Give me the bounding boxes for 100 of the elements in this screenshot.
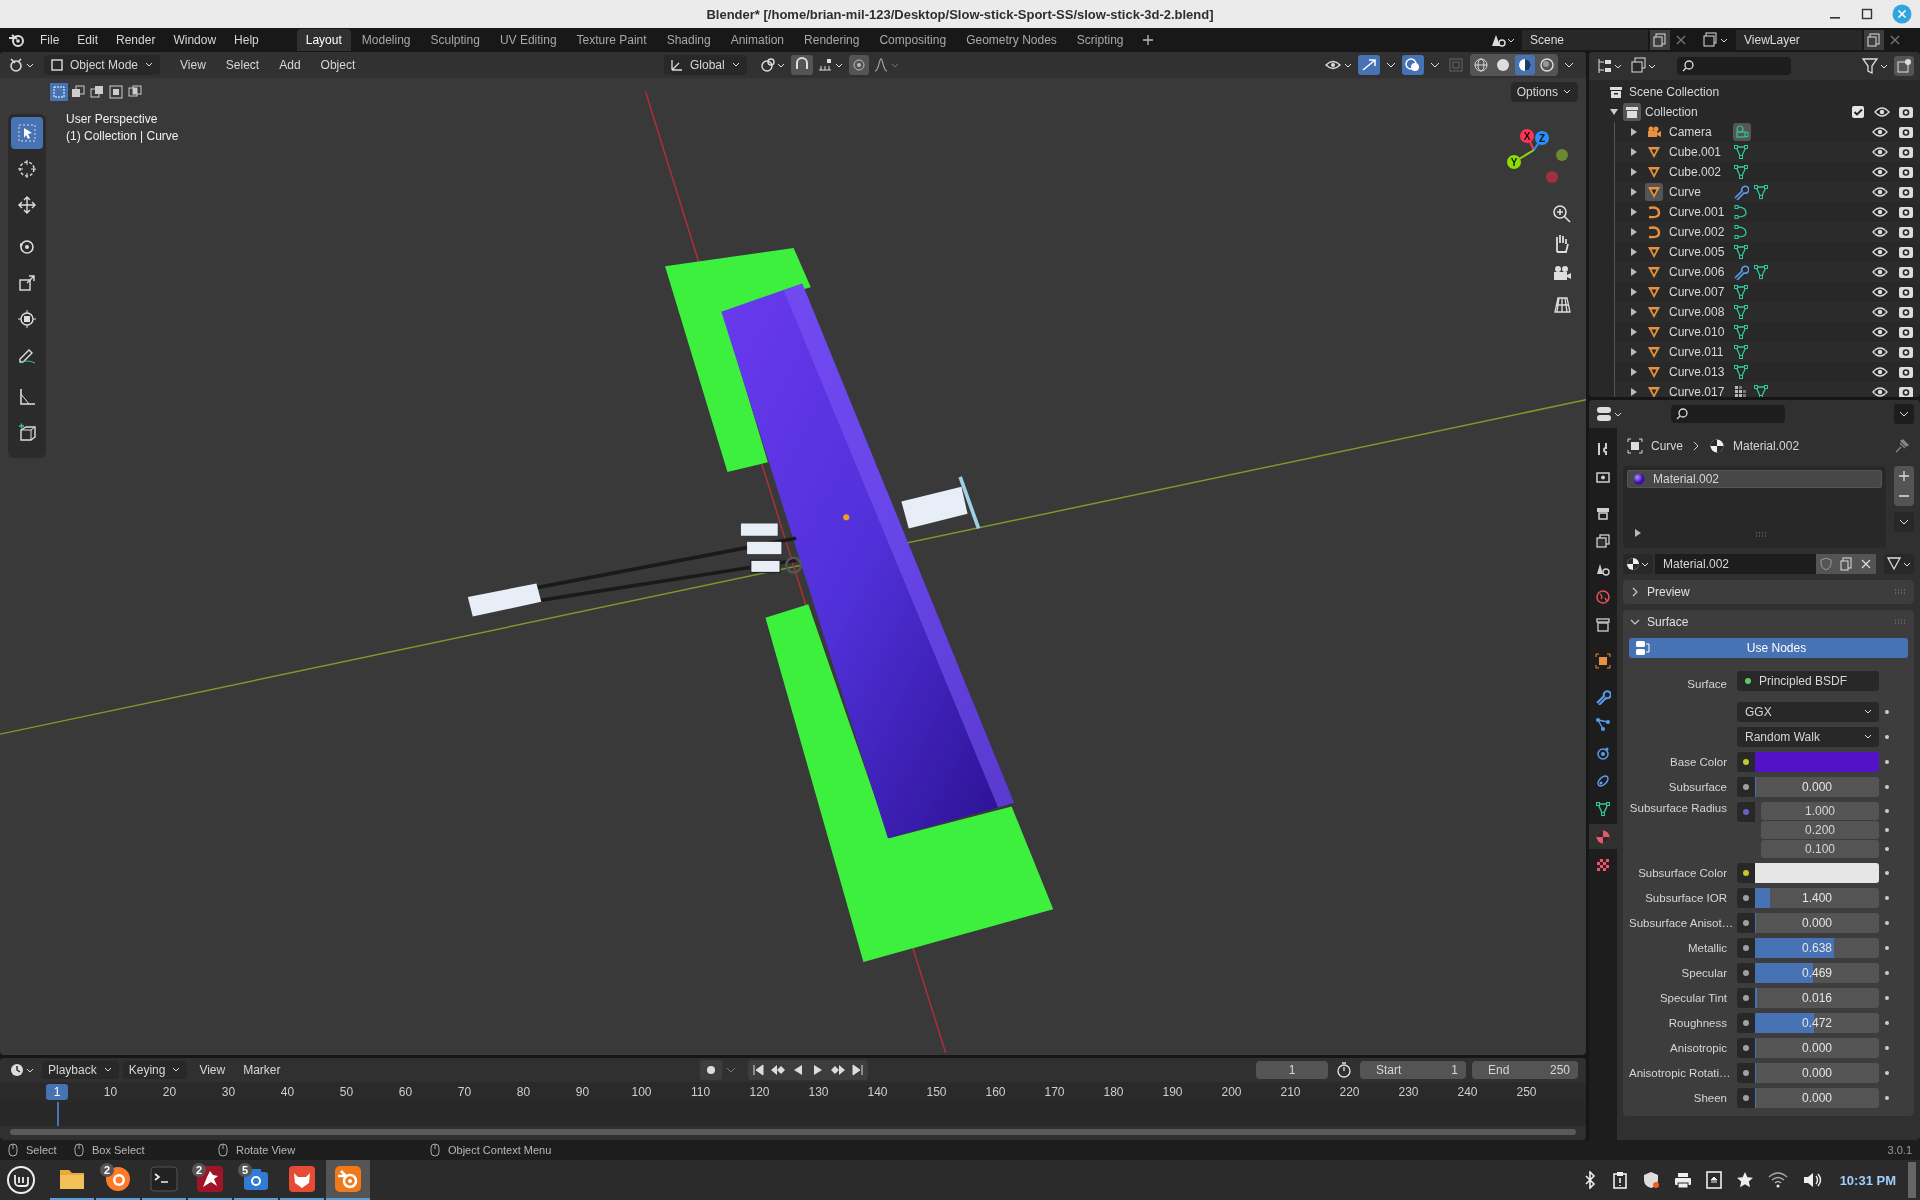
frame-number: 20 [161,1085,178,1099]
start-frame-field[interactable]: 1 [1451,1063,1458,1077]
workspace-tab[interactable]: Layout [296,29,351,51]
frame-number: 210 [1279,1085,1302,1099]
scene-field[interactable]: Scene [1522,30,1648,50]
current-frame-marker[interactable]: 1 [46,1084,68,1100]
menu-item[interactable]: View [191,1060,234,1080]
tree-item-label[interactable]: Curve.013 [1669,365,1727,379]
frame-number: 90 [574,1085,591,1099]
menu-item[interactable]: Object [312,55,364,75]
tree-item-label[interactable]: Curve.008 [1669,305,1727,319]
current-frame-field[interactable]: 1 [1256,1061,1328,1079]
axis-handle[interactable]: Y [1507,155,1521,169]
tree-item-label[interactable]: Collection [1645,105,1698,119]
tree-item-label[interactable]: Curve.011 [1669,345,1727,359]
use-nodes-button[interactable]: Use Nodes [1629,638,1908,658]
value-slider[interactable]: 0.000 [1755,1063,1879,1083]
material-name-field[interactable]: Material.002 [1655,554,1816,574]
tree-item-label[interactable]: Curve.001 [1669,205,1727,219]
method-dropdown[interactable]: GGX [1737,702,1879,722]
view-layer-field[interactable]: ViewLayer [1736,30,1862,50]
value-slider[interactable]: 0.000 [1755,913,1879,933]
frame-number: 50 [338,1085,355,1099]
taskbar-app[interactable]: 2 [188,1160,232,1200]
menu-dropdown[interactable]: Playback [42,1061,119,1079]
field-label: Base Color [1669,756,1728,768]
material-slot[interactable]: Material.002 [1627,470,1882,488]
workspace-tab[interactable]: Rendering [795,29,869,51]
menu-item[interactable]: View [172,55,214,75]
workspace-tab[interactable]: Sculpting [421,29,489,51]
workspace-tab[interactable]: Animation [721,29,794,51]
orientation-dropdown[interactable]: Global [664,55,747,75]
frame-number: 160 [984,1085,1007,1099]
value-slider[interactable]: 1.400 [1755,888,1879,908]
menu-dropdown[interactable]: Keying [122,1061,188,1079]
value-slider[interactable]: 0.000 [1755,777,1879,797]
workspace-tab[interactable]: Compositing [870,29,956,51]
frame-number: 240 [1456,1085,1479,1099]
value-slider[interactable]: 0.638 [1755,938,1879,958]
options-dropdown[interactable]: Options [1510,82,1578,102]
menu-item[interactable]: Window [165,30,225,50]
menu-item[interactable]: Select [217,55,268,75]
panel-header[interactable]: Surface [1623,610,1914,634]
panel-title: Preview [1647,585,1690,599]
tree-item-label[interactable]: Curve.010 [1669,325,1727,339]
frame-number: 60 [397,1085,414,1099]
status-hint: Object Context Menu [448,1144,552,1156]
shader-field[interactable]: Principled BSDF [1737,671,1879,691]
version-label: 3.0.1 [1887,1144,1912,1156]
workspace-tab[interactable]: Texture Paint [567,29,656,51]
viewport-info-text: (1) Collection | Curve [66,129,179,143]
axis-handle[interactable]: Z [1535,131,1549,145]
menu-item[interactable]: Add [271,55,309,75]
tree-item-label[interactable]: Cube.001 [1669,145,1727,159]
frame-number: 110 [689,1085,712,1099]
field-label: Subsurface [1667,781,1728,793]
tree-item-label[interactable]: Curve.007 [1669,285,1727,299]
end-frame-label: End [1487,1063,1511,1077]
panel-header[interactable]: Preview [1623,580,1914,604]
viewport-info-text: User Perspective [66,112,159,126]
vector-field[interactable]: 0.100 [1761,840,1879,858]
field-label: Metallic [1687,942,1728,954]
tree-item-label[interactable]: Curve.002 [1669,225,1727,239]
axis-handle[interactable]: X [1520,129,1534,143]
workspace-tab[interactable]: Scripting [1067,29,1133,51]
window-title: Blender* [/home/brian-mil-123/Desktop/Slow-stick-Sport-SS/slow-stick-3d-2.blend] [706,6,1214,22]
tree-item-label[interactable]: Scene Collection [1629,85,1720,99]
field-label: Anisotropic [1669,1042,1728,1054]
end-frame-field[interactable]: 250 [1549,1063,1570,1077]
tree-item-label[interactable]: Camera [1669,125,1727,139]
value-slider[interactable]: 0.000 [1755,1038,1879,1058]
taskbar-app[interactable]: 5 [234,1160,278,1200]
count-badge: 5 [238,1163,252,1177]
breadcrumb-item: Curve [1651,439,1683,453]
frame-number: 70 [456,1085,473,1099]
value-slider[interactable]: 0.000 [1755,1088,1879,1108]
method-dropdown[interactable]: Random Walk [1737,727,1879,747]
tree-item-label[interactable]: Curve.017 [1669,385,1727,397]
taskbar-app[interactable]: 2 [96,1160,140,1200]
field-label: Sheen [1692,1092,1728,1104]
menu-item[interactable]: Edit [69,30,107,50]
workspace-tab[interactable]: UV Editing [490,29,566,51]
tree-item-label[interactable]: Curve.006 [1669,265,1727,279]
menu-item[interactable]: Help [226,30,267,50]
tree-item-label[interactable]: Curve.005 [1669,245,1727,259]
workspace-tab[interactable]: Modeling [352,29,420,51]
workspace-tab[interactable]: Geometry Nodes [957,29,1066,51]
value-slider[interactable]: 0.016 [1755,988,1879,1008]
vector-field[interactable]: 0.200 [1761,821,1879,839]
mode-dropdown[interactable]: Object Mode [44,55,161,75]
vector-field[interactable]: 1.000 [1761,802,1879,820]
workspace-tab[interactable]: Shading [657,29,720,51]
tree-item-label[interactable]: Curve [1669,185,1727,199]
tree-item-label[interactable]: Cube.002 [1669,165,1727,179]
menu-item[interactable]: File [32,30,68,50]
count-badge: 2 [100,1163,114,1177]
menu-item[interactable]: Render [108,30,164,50]
field-label: Subsurface Radius [1629,802,1728,814]
menu-item[interactable]: Marker [235,1060,289,1080]
clock-time[interactable]: 10:31 PM [1839,1172,1896,1188]
